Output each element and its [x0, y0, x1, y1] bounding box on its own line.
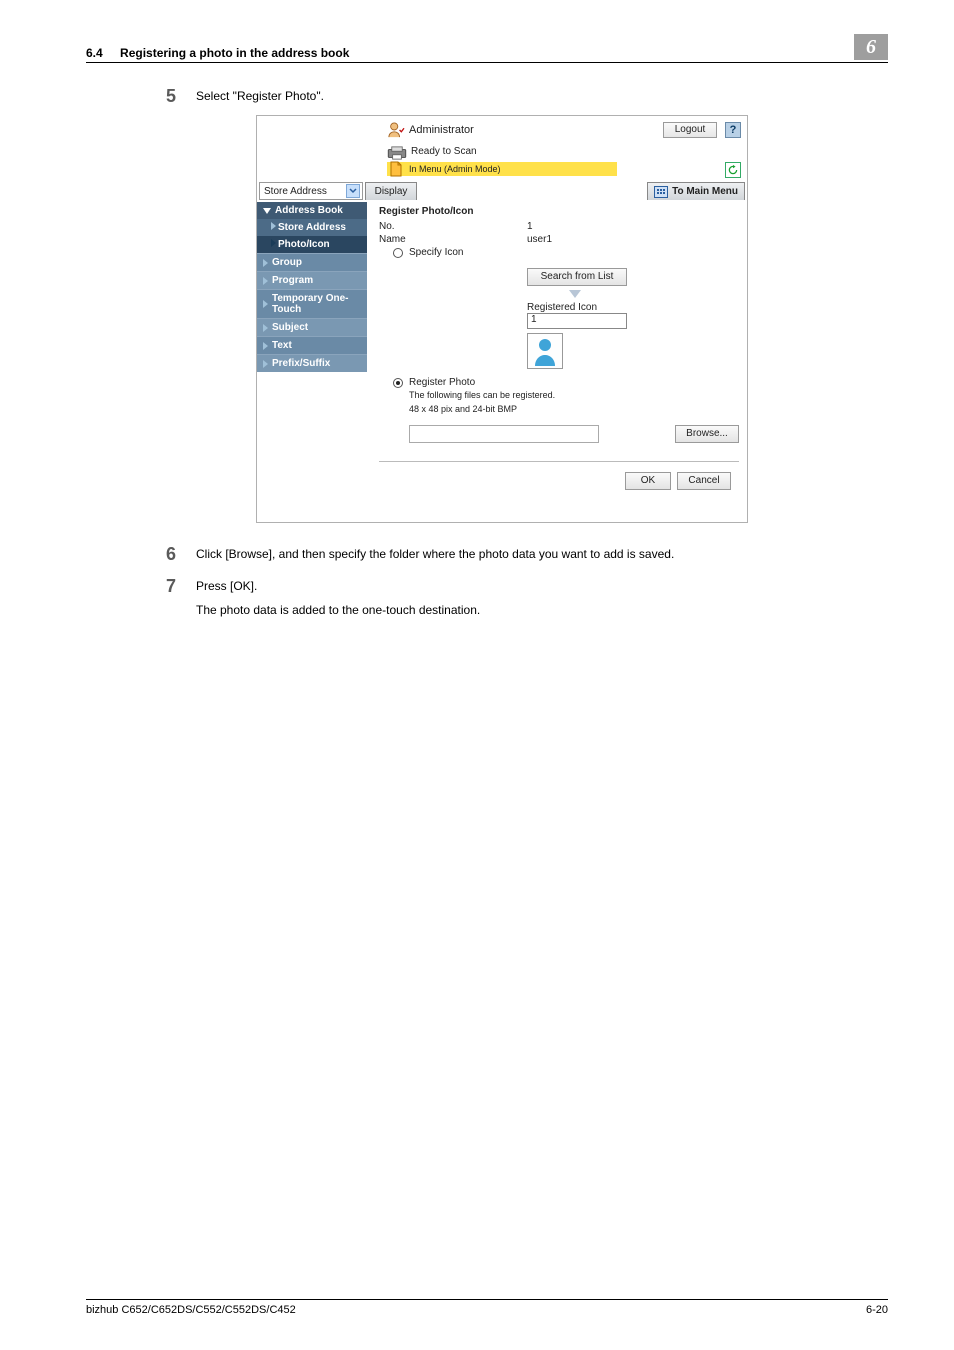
radio-register-photo[interactable]	[393, 378, 403, 388]
step-7-number: 7	[86, 577, 196, 619]
footer-page: 6-20	[866, 1304, 888, 1316]
cancel-button[interactable]: Cancel	[677, 472, 731, 490]
sidebar-item-temporary[interactable]: Temporary One-Touch	[257, 289, 367, 318]
main-menu-label: To Main Menu	[672, 186, 738, 197]
sidebar-item-text[interactable]: Text	[257, 336, 367, 354]
header-divider	[86, 62, 888, 63]
radio-specify-icon[interactable]	[393, 248, 403, 258]
avatar-preview	[527, 333, 563, 369]
refresh-icon[interactable]	[725, 162, 741, 178]
nav-arrow-icon	[263, 360, 268, 368]
app-screenshot: Administrator Logout ? Ready to Scan In …	[256, 115, 748, 523]
sidebar-item-store-address[interactable]: Store Address	[257, 219, 367, 236]
search-from-list-button[interactable]: Search from List	[527, 268, 627, 286]
tab-display[interactable]: Display	[365, 182, 417, 200]
step-6-text: Click [Browse], and then specify the fol…	[196, 545, 674, 563]
step-7-subtext: The photo data is added to the one-touch…	[196, 601, 480, 619]
main-menu-icon	[654, 186, 668, 198]
file-spec-2: 48 x 48 pix and 24-bit BMP	[409, 404, 739, 416]
registered-icon-label: Registered Icon	[527, 302, 739, 313]
no-label: No.	[379, 221, 527, 232]
section-title: Registering a photo in the address book	[120, 46, 349, 60]
chapter-badge: 6	[854, 34, 888, 60]
tab-main-menu[interactable]: To Main Menu	[647, 182, 745, 200]
sidebar-item-prefix[interactable]: Prefix/Suffix	[257, 354, 367, 372]
mode-bar: In Menu (Admin Mode)	[387, 162, 617, 176]
name-label: Name	[379, 234, 527, 245]
nav-arrow-icon	[263, 259, 268, 267]
nav-arrow-icon	[263, 342, 268, 350]
expand-icon	[263, 208, 271, 214]
specify-icon-label: Specify Icon	[409, 247, 463, 258]
dropdown-indicator-icon	[569, 290, 581, 298]
step-7-text: Press [OK].	[196, 577, 480, 595]
avatar-icon	[531, 336, 559, 366]
scope-dropdown[interactable]: Store Address	[259, 182, 363, 200]
section-number: 6.4	[86, 46, 103, 60]
sidebar-item-address-book[interactable]: Address Book	[257, 202, 367, 219]
nav-arrow-icon	[271, 239, 276, 247]
admin-label: Administrator	[409, 124, 474, 136]
help-icon[interactable]: ?	[725, 122, 741, 138]
nav-arrow-icon	[263, 277, 268, 285]
ok-button[interactable]: OK	[625, 472, 671, 490]
step-6-number: 6	[86, 545, 196, 563]
chevron-down-icon	[346, 184, 360, 198]
sidebar-item-subject[interactable]: Subject	[257, 318, 367, 336]
dropdown-value: Store Address	[264, 186, 327, 197]
printer-icon	[387, 146, 407, 160]
footer-divider	[86, 1299, 888, 1300]
status-ready: Ready to Scan	[411, 146, 477, 157]
sidebar-item-program[interactable]: Program	[257, 271, 367, 289]
admin-icon	[387, 122, 405, 138]
logout-button[interactable]: Logout	[663, 122, 717, 138]
no-value: 1	[527, 221, 533, 232]
registered-icon-input[interactable]: 1	[527, 313, 627, 329]
file-path-input[interactable]	[409, 425, 599, 443]
mode-text: In Menu (Admin Mode)	[409, 164, 501, 174]
register-photo-label: Register Photo	[409, 377, 475, 388]
sidebar-item-group[interactable]: Group	[257, 253, 367, 271]
name-value: user1	[527, 234, 552, 245]
content-title: Register Photo/Icon	[379, 206, 739, 217]
nav-arrow-icon	[271, 222, 276, 230]
content-divider	[379, 461, 739, 462]
admin-mode-icon	[388, 161, 404, 177]
nav-arrow-icon	[263, 300, 268, 308]
browse-button[interactable]: Browse...	[675, 425, 739, 443]
nav-arrow-icon	[263, 324, 268, 332]
file-spec-1: The following files can be registered.	[409, 390, 739, 402]
step-5-text: Select "Register Photo".	[196, 87, 324, 105]
step-5-number: 5	[86, 87, 196, 105]
footer-model: bizhub C652/C652DS/C552/C552DS/C452	[86, 1304, 296, 1316]
sidebar-item-photo-icon[interactable]: Photo/Icon	[257, 236, 367, 253]
sidebar: Address Book Store Address Photo/Icon Gr…	[257, 202, 367, 522]
